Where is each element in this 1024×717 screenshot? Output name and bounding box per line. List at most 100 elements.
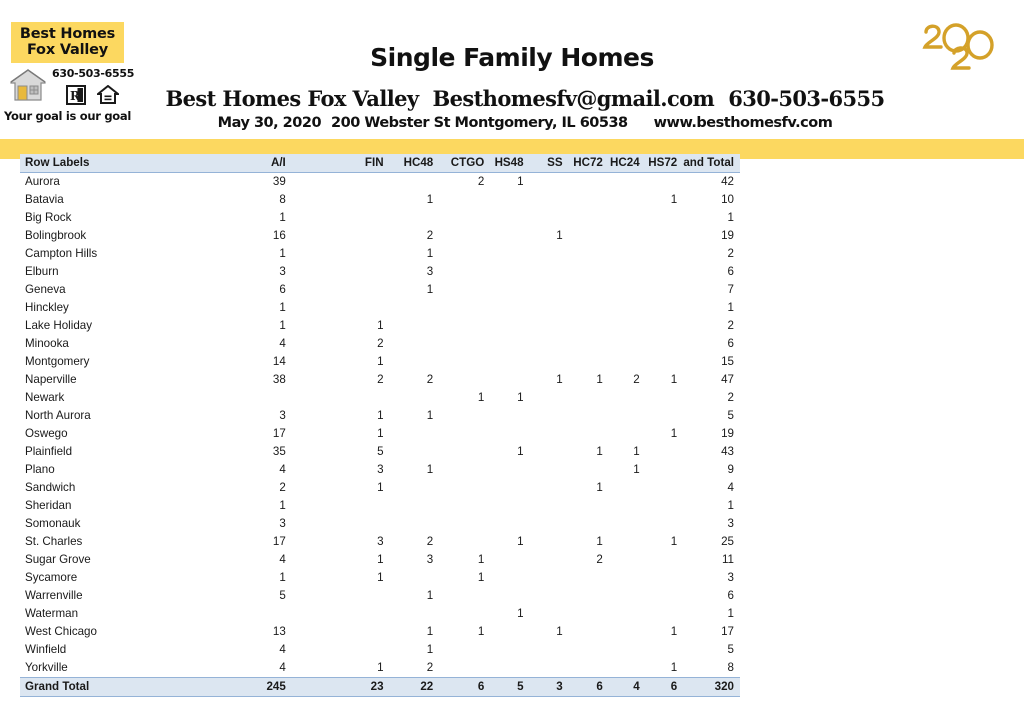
col-grand-total[interactable]: and Total xyxy=(683,154,740,173)
cell-ctgo xyxy=(439,407,490,425)
cell-hc48: 2 xyxy=(426,373,434,386)
cell-hc72 xyxy=(569,425,609,443)
cell-fin: 2 xyxy=(377,337,384,350)
cell-fin xyxy=(343,497,389,515)
table-row: Lake Holiday 1 1 2 xyxy=(20,317,740,335)
col-fin[interactable]: FIN xyxy=(343,154,390,173)
cell-spacer xyxy=(292,659,343,678)
cell-grand-total: 1 xyxy=(727,211,734,224)
cell-ai: 1 xyxy=(279,499,286,512)
cell-spacer xyxy=(292,407,343,425)
cell-fin: 1 xyxy=(377,481,384,494)
col-hc72[interactable]: HC72 xyxy=(568,154,609,173)
col-hc24[interactable]: HC24 xyxy=(608,154,646,173)
row-label: Plano xyxy=(25,463,55,476)
cell-hc24 xyxy=(609,551,646,569)
cell-grand-total: 2 xyxy=(727,391,734,404)
cell-ctgo xyxy=(439,497,490,515)
cell-hc72 xyxy=(569,317,609,335)
cell-hc24 xyxy=(609,173,646,192)
cell-hs72 xyxy=(646,299,684,317)
cell-spacer xyxy=(292,281,343,299)
cell-ai: 245 xyxy=(223,677,292,697)
cell-ctgo: 1 xyxy=(477,625,485,638)
cell-spacer xyxy=(292,533,343,551)
cell-hc72 xyxy=(569,245,609,263)
realtor-r-icon: R xyxy=(66,85,86,106)
cell-hc72: 2 xyxy=(596,553,603,566)
cell-grand-total: 17 xyxy=(721,625,734,638)
cell-fin: 3 xyxy=(377,535,384,548)
company-logo: Best Homes Fox Valley 630-503-6555 R You… xyxy=(0,22,135,123)
col-hc48[interactable]: HC48 xyxy=(389,154,440,173)
table-row: Montgomery 14 1 15 xyxy=(20,353,740,371)
cell-hc24 xyxy=(609,389,646,407)
cell-spacer xyxy=(292,605,343,623)
row-label: West Chicago xyxy=(25,625,97,638)
cell-spacer xyxy=(292,299,343,317)
table-row: Plainfield 35 5 1 1 1 43 xyxy=(20,443,740,461)
cell-fin xyxy=(343,281,389,299)
cell-hs72 xyxy=(646,245,684,263)
cell-hc24 xyxy=(609,623,646,641)
cell-fin: 1 xyxy=(377,571,384,584)
meta-line: May 30, 2020 200 Webster St Montgomery, I… xyxy=(130,115,920,131)
cell-grand-total: 2 xyxy=(727,319,734,332)
table-row: North Aurora 3 1 1 5 xyxy=(20,407,740,425)
cell-ai: 4 xyxy=(279,643,286,656)
cell-ctgo xyxy=(439,335,490,353)
row-label: Waterman xyxy=(25,607,79,620)
cell-hs48 xyxy=(490,335,529,353)
cell-hc48 xyxy=(390,497,440,515)
col-row-labels[interactable]: Row Labels xyxy=(20,154,224,173)
cell-hc72: 1 xyxy=(596,373,603,386)
cell-ss xyxy=(530,569,569,587)
row-label: Big Rock xyxy=(25,211,72,224)
cell-grand-total: 6 xyxy=(727,589,734,602)
cell-hc48: 22 xyxy=(389,677,440,697)
cell-hs48 xyxy=(490,623,529,641)
cell-ctgo: 1 xyxy=(477,553,485,566)
cell-hs48 xyxy=(490,551,529,569)
cell-ctgo xyxy=(439,533,490,551)
row-label: Warrenville xyxy=(25,589,83,602)
cell-hc72: 1 xyxy=(596,481,603,494)
cell-hs48 xyxy=(490,587,529,605)
cell-hc24 xyxy=(609,335,646,353)
cell-ss xyxy=(530,209,569,227)
cell-spacer xyxy=(291,677,344,697)
table-row: Yorkville 4 1 2 1 8 xyxy=(20,659,740,678)
cell-ss: 1 xyxy=(556,229,563,242)
cell-ai: 1 xyxy=(279,301,286,314)
cell-ai: 14 xyxy=(272,355,286,368)
table-row: Sandwich 2 1 1 4 xyxy=(20,479,740,497)
col-hs48[interactable]: HS48 xyxy=(490,154,530,173)
cell-hc48: 2 xyxy=(426,535,434,548)
cell-spacer xyxy=(292,389,343,407)
cell-hs72 xyxy=(646,461,684,479)
col-hs72[interactable]: HS72 xyxy=(645,154,684,173)
cell-ai: 13 xyxy=(272,625,286,638)
cell-hs48 xyxy=(490,425,529,443)
cell-hc24: 2 xyxy=(633,373,640,386)
col-ai[interactable]: A/I xyxy=(223,154,292,173)
cell-grand-total: 6 xyxy=(727,265,734,278)
cell-spacer xyxy=(292,479,343,497)
row-label: Geneva xyxy=(25,283,66,296)
cell-ctgo xyxy=(439,605,490,623)
cell-ai: 1 xyxy=(279,571,286,584)
cell-fin xyxy=(343,191,389,209)
logo-tagline: Your goal is our goal xyxy=(4,109,131,124)
cell-fin: 5 xyxy=(377,445,384,458)
cell-fin xyxy=(343,641,389,659)
cell-hs48 xyxy=(490,569,529,587)
row-label: Elburn xyxy=(25,265,59,278)
col-ss[interactable]: SS xyxy=(529,154,569,173)
cell-hs48: 1 xyxy=(517,175,524,188)
year-2020-logo xyxy=(922,23,994,70)
cell-hc24 xyxy=(609,659,646,678)
cell-ai: 8 xyxy=(279,193,286,206)
cell-ctgo xyxy=(439,191,490,209)
table-row: Elburn 3 3 6 xyxy=(20,263,740,281)
col-ctgo[interactable]: CTGO xyxy=(439,154,491,173)
